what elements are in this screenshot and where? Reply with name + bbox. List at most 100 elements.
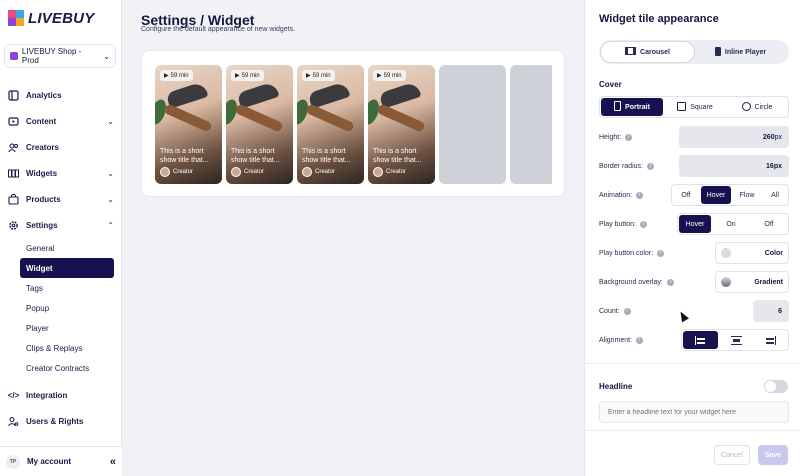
info-icon[interactable]: i [636,336,644,344]
animation-option-off[interactable]: Off [672,185,700,205]
sidebar-item-settings[interactable]: Settings ⌃ [0,212,122,238]
sidebar-item-label: Widgets [26,168,58,178]
account-bar[interactable]: TP My account « [0,446,122,476]
cover-option-square[interactable]: Square [664,97,726,117]
creator-avatar [160,167,170,177]
tile-creator: Creator [302,167,335,177]
tile-caption: This is a short show title that... [160,148,209,164]
sidebar-item-products[interactable]: Products ⌄ [0,186,122,212]
animation-option-all[interactable]: All [762,185,788,205]
play-icon: ▶ [164,73,169,79]
collapse-sidebar-icon[interactable]: « [110,456,116,468]
play-button-option-off[interactable]: Off [750,214,788,234]
align-center-button[interactable] [719,330,754,350]
circle-icon [741,101,751,113]
shop-selector[interactable]: LIVEBUY Shop - Prod ⌄ [4,44,116,68]
play-button-option-on[interactable]: On [712,214,750,234]
duration-badge: ▶ 59 min [231,70,264,81]
gradient-swatch-icon [721,277,731,287]
info-icon[interactable]: i [625,133,633,141]
settings-panel: Widget tile appearance Carousel Inline P… [584,0,800,476]
preview-tile[interactable]: ▶ 59 min This is a short show title that.… [297,65,364,184]
play-button-color-row: Play button color: i Color [599,242,789,264]
cover-option-circle[interactable]: Circle [726,97,788,117]
tile-creator: Creator [231,167,264,177]
height-input[interactable]: 260 px [679,126,789,148]
subnav-item-tags[interactable]: Tags [20,278,114,298]
subnav-item-popup[interactable]: Popup [20,298,114,318]
info-icon[interactable]: i [623,307,631,315]
mode-option-inline-player[interactable]: Inline Player [694,42,787,62]
subnav-item-widget[interactable]: Widget [20,258,114,278]
users-icon [8,416,19,427]
align-left-icon [694,335,706,345]
sidebar-item-label: Settings [26,220,58,230]
carousel-icon [625,47,637,57]
subnav-item-player[interactable]: Player [20,318,114,338]
preview-tile[interactable]: ▶ 59 min This is a short show title that.… [155,65,222,184]
info-icon[interactable]: i [636,191,644,199]
preview-tile[interactable]: ▶ 59 min This is a short show title that.… [368,65,435,184]
background-overlay-picker[interactable]: Gradient [715,271,789,293]
sidebar-item-content[interactable]: Content ⌄ [0,108,122,134]
animation-option-flow[interactable]: Flow [732,185,762,205]
alignment-row: Alignment: i [599,329,789,351]
subnav-item-clips-replays[interactable]: Clips & Replays [20,338,114,358]
info-icon[interactable]: i [666,278,674,286]
square-icon [677,101,687,113]
main-nav: Analytics Content ⌄ Creators Widgets ⌄ P… [0,82,122,434]
sidebar-item-integration[interactable]: </> Integration [0,382,122,408]
cover-option-portrait[interactable]: Portrait [601,98,663,116]
preview-tile[interactable]: ▶ 59 min This is a short show title that.… [226,65,293,184]
sidebar-item-widgets[interactable]: Widgets ⌄ [0,160,122,186]
animation-option-hover[interactable]: Hover [701,186,731,204]
sidebar-item-label: Content [26,116,57,126]
sidebar-item-users-rights[interactable]: Users & Rights [0,408,122,434]
subnav-item-creator-contracts[interactable]: Creator Contracts [20,358,114,378]
play-icon: ▶ [235,73,240,79]
animation-label: Animation: [599,191,633,199]
align-center-icon [730,335,742,345]
info-icon[interactable]: i [639,220,647,228]
main-content: Settings / Widget Configure the default … [122,0,584,476]
avatar: TP [6,454,20,469]
code-icon: </> [7,390,20,400]
cover-section-label: Cover [599,80,622,89]
widget-mode-toggle: Carousel Inline Player [599,40,789,64]
count-input[interactable]: 6 [753,300,789,322]
save-button[interactable]: Save [758,445,788,465]
duration-badge: ▶ 59 min [373,70,406,81]
info-icon[interactable]: i [657,249,665,257]
tile-thumbnail-belt [163,103,213,133]
align-right-button[interactable] [753,330,788,350]
gear-icon [8,220,19,231]
sidebar-item-analytics[interactable]: Analytics [0,82,122,108]
subnav-item-general[interactable]: General [20,238,114,258]
background-overlay-row: Background overlay: i Gradient [599,271,789,293]
play-button-color-label: Play button color: [599,249,654,257]
align-left-button[interactable] [683,331,718,349]
border-radius-row: Border radius: i 16px [599,155,789,177]
app-logo[interactable]: LIVEBUY [8,8,94,28]
cancel-button[interactable]: Cancel [714,445,750,465]
info-icon[interactable]: i [646,162,654,170]
mode-option-carousel[interactable]: Carousel [601,42,694,62]
sidebar-item-creators[interactable]: Creators [0,134,122,160]
portrait-icon [614,101,622,113]
shop-icon [10,52,18,60]
play-button-option-hover[interactable]: Hover [679,215,711,233]
duration-badge: ▶ 59 min [160,70,193,81]
tile-caption: This is a short show title that... [302,148,351,164]
headline-input[interactable] [599,401,789,423]
section-divider [585,363,800,364]
chevron-down-icon: ⌄ [107,194,114,204]
background-overlay-label: Background overlay: [599,278,663,286]
tile-creator: Creator [373,167,406,177]
height-label: Height: [599,133,622,141]
creator-avatar [373,167,383,177]
border-radius-input[interactable]: 16px [679,155,789,177]
tile-caption: This is a short show title that... [373,148,422,164]
headline-toggle[interactable] [764,380,788,393]
count-label: Count: [599,307,620,315]
play-button-color-picker[interactable]: Color [715,242,789,264]
